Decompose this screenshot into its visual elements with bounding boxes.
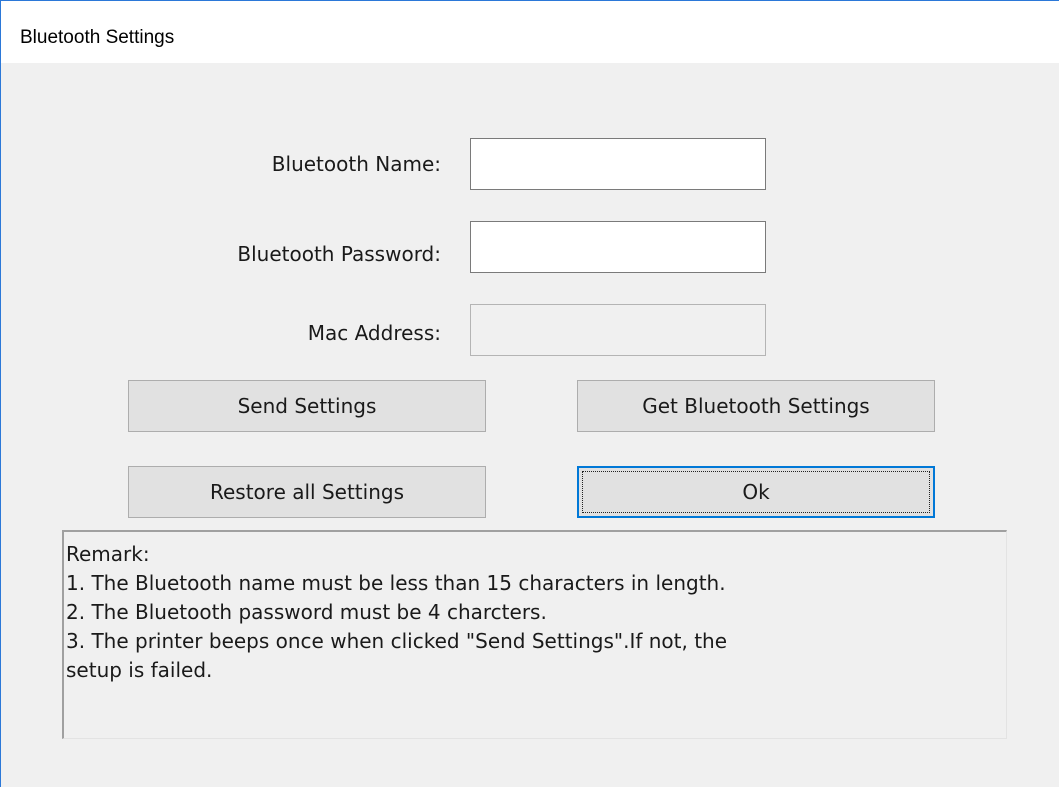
remark-line-1: 1. The Bluetooth name must be less than … <box>66 571 726 595</box>
ok-button[interactable]: Ok <box>577 466 935 518</box>
bluetooth-password-field[interactable] <box>470 221 766 273</box>
bluetooth-name-label: Bluetooth Name: <box>271 152 441 176</box>
send-settings-button[interactable]: Send Settings <box>128 380 486 432</box>
restore-all-settings-button[interactable]: Restore all Settings <box>128 466 486 518</box>
remark-text-area: Remark: 1. The Bluetooth name must be le… <box>62 530 1007 739</box>
remark-line-3: 3. The printer beeps once when clicked "… <box>66 629 728 653</box>
remark-heading: Remark: <box>66 542 150 566</box>
remark-line-2: 2. The Bluetooth password must be 4 char… <box>66 600 547 624</box>
bluetooth-password-label: Bluetooth Password: <box>237 242 441 266</box>
title-bar[interactable]: Bluetooth Settings <box>1 1 1059 63</box>
bluetooth-name-field[interactable] <box>470 138 766 190</box>
get-bluetooth-settings-button[interactable]: Get Bluetooth Settings <box>577 380 935 432</box>
mac-address-field <box>470 304 766 356</box>
window-title: Bluetooth Settings <box>20 27 175 48</box>
mac-address-label: Mac Address: <box>307 321 441 345</box>
ok-button-label: Ok <box>742 480 770 504</box>
remark-line-3-continued: setup is failed. <box>66 658 213 682</box>
bluetooth-settings-window: Bluetooth Settings Bluetooth Name: Bluet… <box>0 0 1059 787</box>
